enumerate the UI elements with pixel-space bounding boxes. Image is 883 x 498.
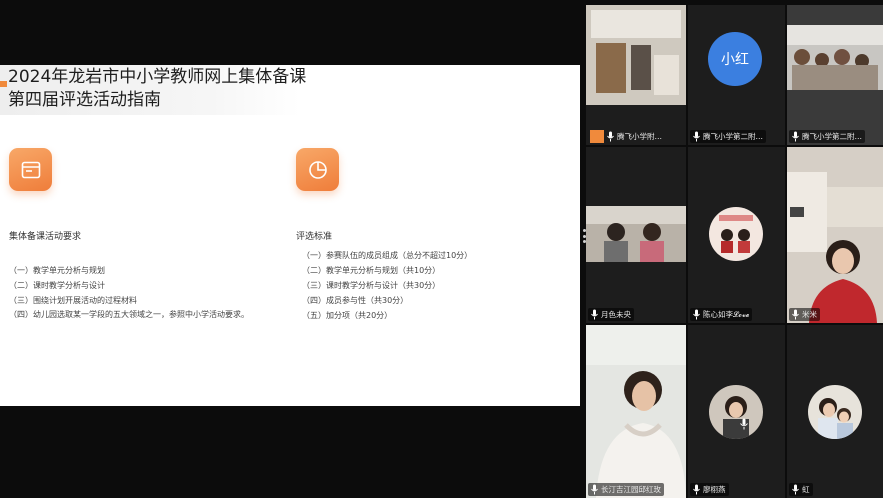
participant-name-bar: 腾飞小学第二附… [789,130,865,143]
participant-name: 腾飞小学附… [617,132,662,141]
participant-tile[interactable]: 腾飞小学附… [586,5,686,145]
mic-icon [693,309,700,320]
participant-tile[interactable]: 廖栩燕 [688,325,785,498]
mic-icon [591,484,598,495]
participant-name: 虹 [802,485,810,494]
list-item: （一）参赛队伍的成员组成（总分不超过10分） [302,251,473,260]
participant-name: 月色未央 [601,310,631,319]
slide-title-line1: 2024年龙岩市中小学教师网上集体备课 [8,67,307,87]
mic-icon [792,484,799,495]
slide-title-line2: 第四届评选活动指南 [8,90,161,110]
participant-tile[interactable]: 月色未央 [586,147,686,323]
pie-chart-icon [296,148,339,191]
participant-name: 腾飞小学第二附… [802,132,862,141]
camera-woman-icon [586,325,686,498]
avatar-mother-child-icon [808,385,862,439]
participant-tile[interactable]: 陈心如李𝓛𝓸𝓿𝓮 [688,147,785,323]
participant-tile-active-speaker[interactable]: 长汀吉江园邱红玫 [586,325,686,498]
mic-icon [792,309,799,320]
criteria-heading: 评选标准 [296,232,333,242]
participant-name: 腾飞小学第二附… [703,132,763,141]
camera-two-people-icon [586,206,686,262]
list-item: （一）教学单元分析与规划 [9,266,105,275]
criteria-list: （一）参赛队伍的成员组成（总分不超过10分） （二）教学单元分析与规划（共10分… [302,248,472,323]
list-item: （三）围绕计划开展活动的过程材料 [9,296,137,305]
shared-slide: 2024年龙岩市中小学教师网上集体备课 第四届评选活动指南 集体备课活动要求 评… [0,65,580,406]
requirements-list: （一）教学单元分析与规划 （二）课时教学分析与设计 （三）围绕计划开展活动的过程… [9,263,289,322]
participant-tile[interactable]: 米米 [787,147,883,323]
mic-icon [693,131,700,142]
list-item: （四）幼儿园选取某一学段的五大领域之一，参照中小学活动要求。 [9,310,249,319]
requirements-heading: 集体备课活动要求 [9,232,82,242]
participant-name-bar: 廖栩燕 [690,483,729,496]
participant-name-bar: 长汀吉江园邱红玫 [588,483,664,496]
participant-name-bar: 腾飞小学附… [588,130,665,143]
list-item: （二）课时教学分析与设计 [9,281,105,290]
mic-icon [693,484,700,495]
camera-room-icon [586,5,686,145]
participant-name: 廖栩燕 [703,485,726,494]
list-item: （五）加分项（共20分） [302,311,393,320]
mic-icon [591,309,598,320]
camera-group-icon [787,25,883,90]
user-icon [590,130,604,143]
mic-muted-icon [740,418,748,430]
participant-name-bar: 陈心如李𝓛𝓸𝓿𝓮 [690,308,753,321]
avatar-girl-icon [709,385,763,439]
camera-woman-icon [787,147,883,323]
participant-name-bar: 腾飞小学第二附… [690,130,766,143]
list-item: （四）成员参与性（共30分） [302,296,409,305]
mic-icon [607,131,614,142]
participant-name: 陈心如李𝓛𝓸𝓿𝓮 [703,310,750,319]
list-item: （三）课时教学分析与设计（共30分） [302,281,441,290]
participant-tile[interactable]: 腾飞小学第二附… [787,5,883,145]
participant-name: 米米 [802,310,817,319]
participant-name-bar: 月色未央 [588,308,634,321]
participant-name-bar: 虹 [789,483,813,496]
participant-tile[interactable]: 虹 [787,325,883,498]
list-item: （二）教学单元分析与规划（共10分） [302,266,441,275]
participant-name: 长汀吉江园邱红玫 [601,485,661,494]
mic-icon [792,131,799,142]
avatar: 小红 [708,32,762,86]
participant-tile[interactable]: 小红 腾飞小学第二附… [688,5,785,145]
participant-name-bar: 米米 [789,308,820,321]
window-icon [9,148,52,191]
title-accent-mark [0,81,7,87]
avatar-couple-icon [709,207,763,261]
